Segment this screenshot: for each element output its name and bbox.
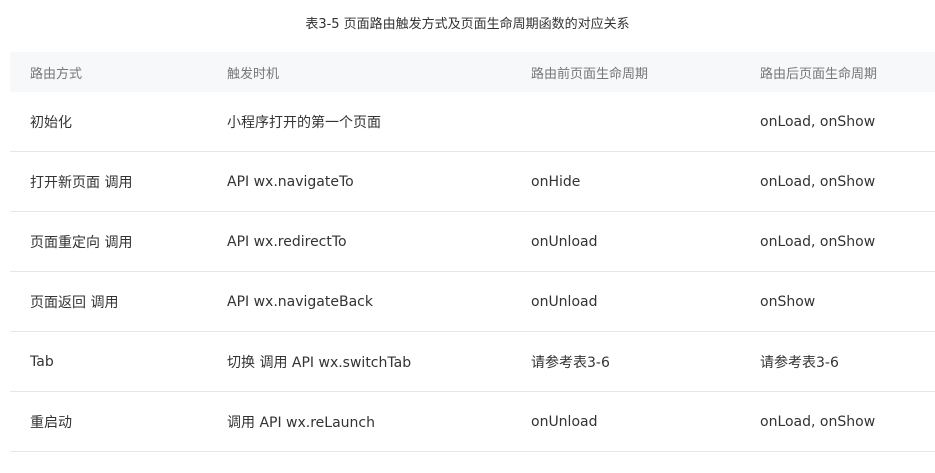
table-header-row: 路由方式 触发时机 路由前页面生命周期 路由后页面生命周期 [10,52,935,92]
cell-trigger-timing: 小程序打开的第一个页面 [227,114,381,131]
cell-trigger-timing: API wx.navigateTo [227,173,354,190]
cell-route-method: 页面重定向 调用 [30,234,133,251]
cell-before-lifecycle: onUnload [531,233,598,250]
cell-after-lifecycle: onLoad, onShow [760,173,876,190]
table-row: 页面返回 调用 API wx.navigateBack onUnload onS… [10,272,935,332]
header-route-method: 路由方式 [30,66,83,82]
cell-after-lifecycle: onLoad, onShow [760,413,876,430]
cell-trigger-timing: API wx.navigateBack [227,293,373,310]
header-trigger-timing: 触发时机 [227,66,280,82]
cell-after-lifecycle: onShow [760,293,816,310]
header-after-route-lifecycle: 路由后页面生命周期 [760,66,878,82]
cell-after-lifecycle: 请参考表3-6 [760,354,839,371]
cell-route-method: 页面返回 调用 [30,294,119,311]
cell-route-method: 初始化 [30,114,72,131]
cell-after-lifecycle: onLoad, onShow [760,233,876,250]
cell-before-lifecycle: onHide [531,173,581,190]
table-row: 打开新页面 调用 API wx.navigateTo onHide onLoad… [10,152,935,212]
cell-before-lifecycle: onUnload [531,413,598,430]
cell-before-lifecycle: 请参考表3-6 [531,354,610,371]
cell-route-method: 打开新页面 调用 [30,174,133,191]
table-row: 页面重定向 调用 API wx.redirectTo onUnload onLo… [10,212,935,272]
table-row: Tab 切换 调用 API wx.switchTab 请参考表3-6 请参考表3… [10,332,935,392]
cell-route-method: 重启动 [30,414,72,431]
cell-trigger-timing: 调用 API wx.reLaunch [227,414,375,431]
table-row: 初始化 小程序打开的第一个页面 onLoad, onShow [10,92,935,152]
cell-trigger-timing: API wx.redirectTo [227,233,347,250]
cell-before-lifecycle: onUnload [531,293,598,310]
cell-trigger-timing: 切换 调用 API wx.switchTab [227,354,412,371]
header-before-route-lifecycle: 路由前页面生命周期 [531,66,649,82]
route-lifecycle-table: 路由方式 触发时机 路由前页面生命周期 路由后页面生命周期 初始化 小程序打开的… [10,52,935,452]
table-row: 重启动 调用 API wx.reLaunch onUnload onLoad, … [10,392,935,452]
cell-route-method: Tab [30,353,54,370]
table-caption: 表3-5 页面路由触发方式及页面生命周期函数的对应关系 [305,17,630,32]
cell-after-lifecycle: onLoad, onShow [760,113,876,130]
